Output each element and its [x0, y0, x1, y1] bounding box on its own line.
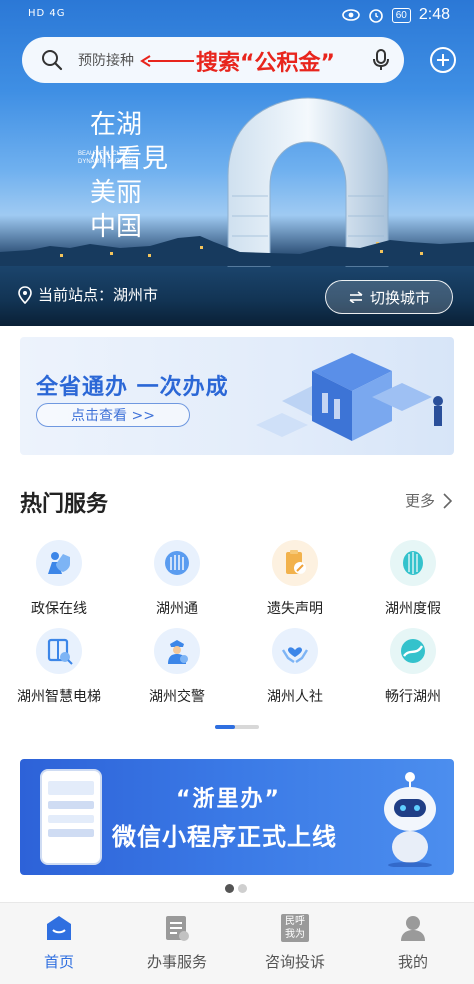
service-label: 遗失声明	[267, 601, 323, 617]
tab-label: 首页	[43, 953, 74, 971]
elevator-icon	[36, 628, 82, 674]
hands-heart-icon	[272, 628, 318, 674]
banner-pager-dot-active	[225, 884, 234, 893]
tab-services[interactable]: 办事服务	[118, 913, 236, 972]
complaint-badge-line1: 民呼	[285, 916, 305, 927]
lantern-icon	[390, 540, 436, 586]
tab-label: 咨询投诉	[264, 953, 325, 971]
switch-icon	[349, 291, 363, 303]
service-label: 畅行湖州	[385, 689, 441, 705]
alarm-icon	[368, 9, 383, 23]
service-label: 湖州交警	[149, 689, 205, 705]
service-item[interactable]: 畅行湖州	[354, 628, 472, 706]
home-icon	[47, 916, 71, 940]
calligraphy-char: 中	[90, 212, 117, 242]
current-station: 当前站点：湖州市	[18, 284, 158, 305]
banner-pager-dot	[238, 884, 247, 893]
calligraphy-slogan: 在湖 州看見 美丽 中国	[90, 108, 190, 244]
service-item[interactable]: 湖州交警	[118, 628, 236, 706]
promo-view-button[interactable]: 点击查看 >>	[36, 403, 190, 427]
service-label: 政保在线	[31, 601, 87, 617]
microphone-icon[interactable]	[370, 48, 392, 72]
calligraphy-char: 丽	[116, 178, 143, 208]
robot-mascot-icon	[384, 772, 436, 867]
service-pager-active	[215, 725, 235, 729]
service-item[interactable]: 湖州智慧电梯	[0, 628, 118, 706]
add-icon[interactable]	[428, 45, 458, 75]
switch-city-label: 切换城市	[369, 288, 430, 307]
police-officer-icon	[154, 628, 200, 674]
service-item[interactable]: 政保在线	[0, 540, 118, 618]
tab-complaints[interactable]: 民呼 我为 咨询投诉	[236, 913, 354, 972]
promo-line1: “浙里办”	[176, 787, 281, 812]
tab-label: 办事服务	[146, 953, 207, 971]
more-label: 更多	[404, 492, 435, 510]
chevron-right-icon	[443, 492, 452, 509]
city-logo-icon	[154, 540, 200, 586]
service-pager	[215, 725, 259, 729]
phone-mockup-image	[40, 769, 102, 865]
annotation-arrow-icon	[140, 55, 194, 67]
service-label: 湖州度假	[385, 601, 441, 617]
service-item[interactable]: 湖州度假	[354, 540, 472, 618]
service-label: 湖州通	[156, 601, 198, 617]
skyline-image	[0, 236, 474, 266]
tab-home[interactable]: 首页	[0, 913, 118, 972]
search-annotation: 搜索“公积金”	[196, 51, 335, 76]
service-list-icon	[166, 916, 189, 941]
isometric-city-illustration	[256, 353, 443, 441]
more-services-link[interactable]: 更多	[405, 490, 452, 511]
calligraphy-char: 在	[90, 110, 117, 140]
service-item[interactable]: 湖州人社	[236, 628, 354, 706]
battery-indicator: 60	[391, 7, 411, 23]
bottom-tab-bar: 首页 办事服务 民呼 我为 咨询投诉 我的	[0, 902, 474, 984]
service-item[interactable]: 湖州通	[118, 540, 236, 618]
road-icon	[390, 628, 436, 674]
banner-pager	[225, 884, 247, 893]
hero-subtitle-en: BEAUTIFUL CHINA DYNAMIC HUZHOU	[78, 151, 133, 165]
person-shield-icon	[36, 540, 82, 586]
station-label: 当前站点：湖州市	[38, 286, 159, 304]
complaint-badge-line2: 我为	[285, 929, 305, 940]
eye-icon	[341, 9, 360, 21]
tab-profile[interactable]: 我的	[354, 913, 472, 972]
promo-banner-province[interactable]: 全省通办 一次办成 点击查看 >>	[20, 337, 454, 455]
clock: 2:48	[418, 6, 450, 23]
calligraphy-char: 見	[142, 144, 169, 174]
service-label: 湖州智慧电梯	[17, 689, 101, 705]
calligraphy-char: 国	[116, 212, 143, 242]
document-seal-icon	[272, 540, 318, 586]
section-title-hot-services: 热门服务	[20, 492, 109, 517]
location-pin-icon	[18, 285, 32, 304]
service-item[interactable]: 遗失声明	[236, 540, 354, 618]
hero-banner: HD 4G 60 2:48 预防接种 搜索“公积金” 在湖 州看見 美丽 中国 …	[0, 0, 474, 326]
promo-line2: 微信小程序正式上线	[112, 823, 337, 851]
switch-city-button[interactable]: 切换城市	[325, 280, 453, 314]
complaint-icon: 民呼 我为	[281, 914, 309, 942]
search-icon	[42, 50, 63, 71]
service-label: 湖州人社	[267, 689, 323, 705]
promo-banner-miniprogram[interactable]: “浙里办” 微信小程序正式上线	[20, 759, 454, 875]
tab-label: 我的	[397, 953, 428, 971]
search-bar[interactable]: 预防接种 搜索“公积金”	[22, 37, 404, 83]
search-placeholder: 预防接种	[78, 53, 134, 69]
promo-title: 全省通办 一次办成	[36, 375, 229, 400]
user-icon	[401, 916, 425, 941]
status-bar: HD 4G 60 2:48	[0, 0, 474, 30]
calligraphy-char: 湖	[116, 110, 143, 140]
signal-indicator: HD 4G	[28, 8, 66, 19]
calligraphy-char: 美	[90, 178, 117, 208]
